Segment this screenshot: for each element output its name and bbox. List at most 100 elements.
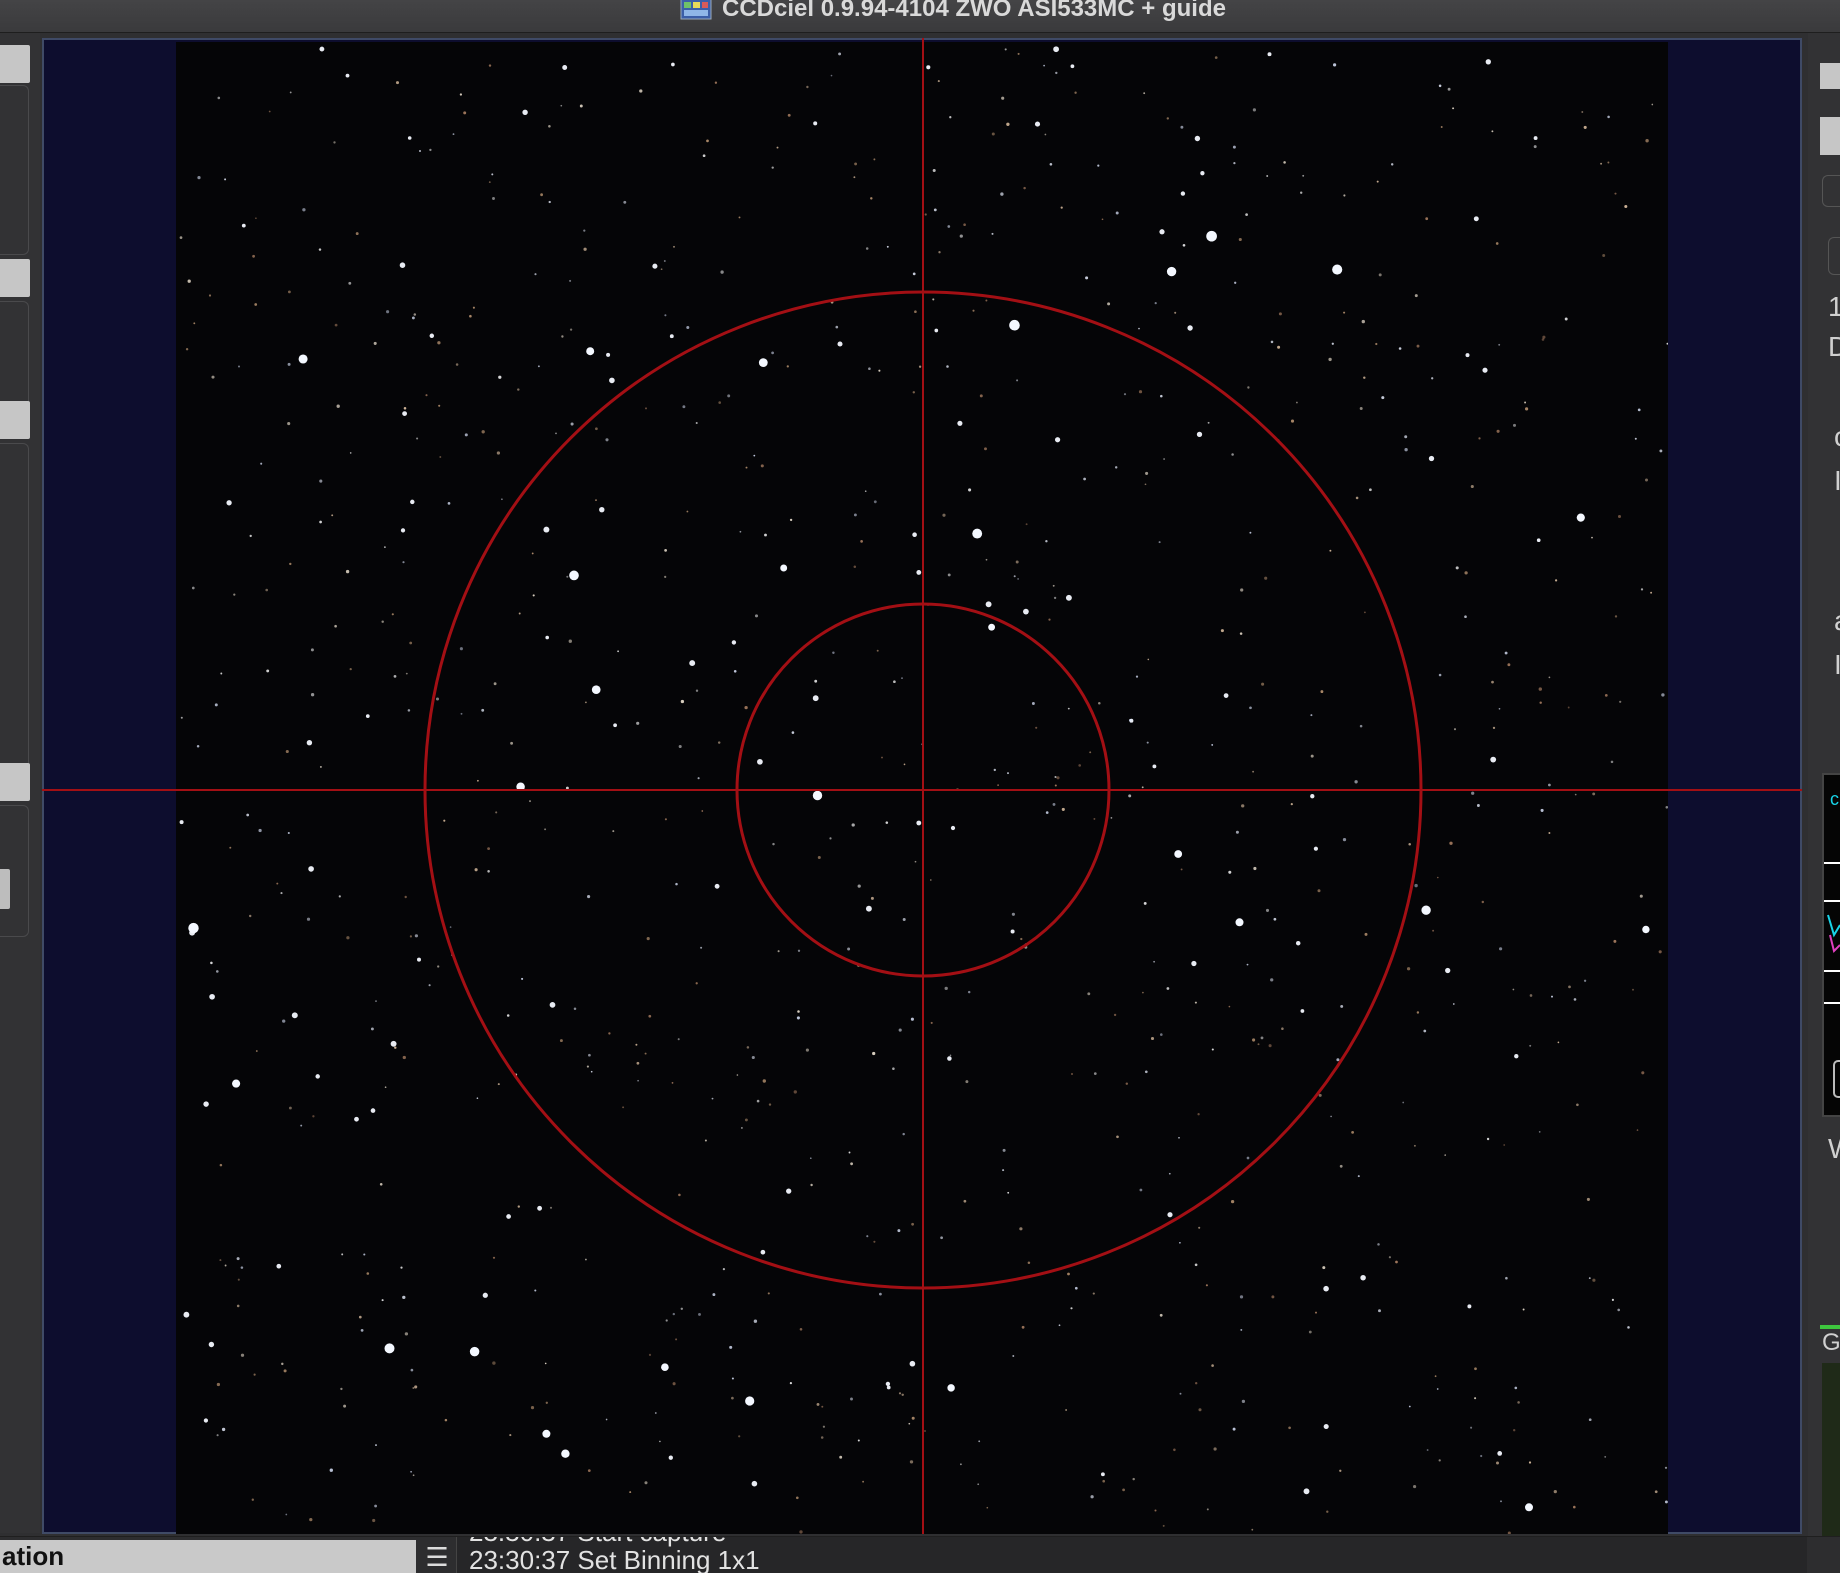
star [506,1014,510,1017]
panel-scroll-handle[interactable] [0,869,10,909]
star [850,1162,853,1166]
star [1194,135,1201,142]
star [1482,367,1488,373]
star-field-image[interactable] [176,42,1668,1534]
star [1011,912,1015,916]
star [978,1440,981,1443]
star [744,705,748,710]
star [830,74,833,77]
star [1089,751,1092,754]
star [287,290,291,294]
star [1290,419,1295,423]
star [1010,929,1015,934]
star [1414,294,1418,298]
star [985,601,992,608]
star [1211,743,1214,746]
star [590,1070,593,1073]
star [1053,596,1057,600]
star [191,586,195,590]
star [1012,1355,1015,1357]
star [565,786,569,790]
panel-field[interactable] [1828,237,1840,275]
guide-graph[interactable]: c [1822,773,1840,1117]
star [280,892,283,895]
star [979,394,983,398]
star [695,982,698,985]
star [402,1055,406,1060]
panel-header-block[interactable] [0,259,30,297]
star [1444,1154,1446,1156]
star [1637,408,1641,412]
star [1261,682,1265,686]
panel-header-block[interactable] [0,401,30,439]
star [764,533,767,537]
star [1528,1461,1532,1464]
star [543,526,550,533]
star [308,866,314,872]
star [680,699,685,704]
star [248,914,252,918]
star [1128,794,1132,798]
star [1300,1009,1305,1013]
star [745,1396,755,1406]
star [460,712,463,715]
star [203,1418,209,1423]
star [402,411,408,417]
star [1031,702,1035,705]
star [918,365,922,368]
star [1498,707,1501,710]
star [236,1304,240,1308]
star [1239,632,1243,635]
star [1152,764,1157,769]
star [534,273,537,276]
window-title: CCDciel 0.9.94-4104 ZWO ASI533MC + guide [722,0,1226,22]
star [1438,673,1442,677]
star [1102,1479,1106,1483]
star [1408,842,1411,846]
star [1445,967,1451,974]
star [623,200,627,204]
star [1198,1408,1202,1412]
star [493,682,497,686]
panel-header-block[interactable] [0,763,30,801]
star [881,756,883,759]
star [835,325,839,329]
star [216,1434,219,1437]
star [1491,130,1494,133]
star [1485,59,1491,65]
panel-field[interactable] [1822,175,1840,207]
star [1290,803,1293,806]
star [753,1319,758,1323]
star [1252,1038,1256,1042]
star [857,963,861,967]
graph-control[interactable] [1833,1060,1840,1098]
star [921,743,924,746]
star [1641,1071,1645,1075]
panel-header-block[interactable] [1820,63,1840,89]
star [1414,883,1418,888]
star [1264,576,1268,580]
star [349,667,352,671]
star [517,1205,520,1208]
star [584,701,587,704]
star [372,1518,376,1523]
panel-label: a [1834,605,1840,637]
star [1437,876,1439,879]
panel-tab-button[interactable]: ation [0,1540,416,1573]
star [1645,139,1649,143]
star [947,573,951,577]
star [1016,379,1019,382]
panel-header-block[interactable] [0,45,30,83]
star [1276,439,1280,442]
star [1232,145,1236,149]
star [379,1182,383,1186]
star [211,375,215,379]
star [1357,1175,1360,1178]
panel-header-block[interactable] [1820,117,1840,155]
hamburger-menu-icon[interactable]: ☰ [424,1541,450,1573]
star [1497,1451,1503,1456]
log-panel[interactable]: 23:30:37 Start capture 23:30:37 Set Binn… [456,1537,1807,1573]
star [1228,1005,1231,1008]
star [481,430,485,434]
star [712,1293,716,1297]
